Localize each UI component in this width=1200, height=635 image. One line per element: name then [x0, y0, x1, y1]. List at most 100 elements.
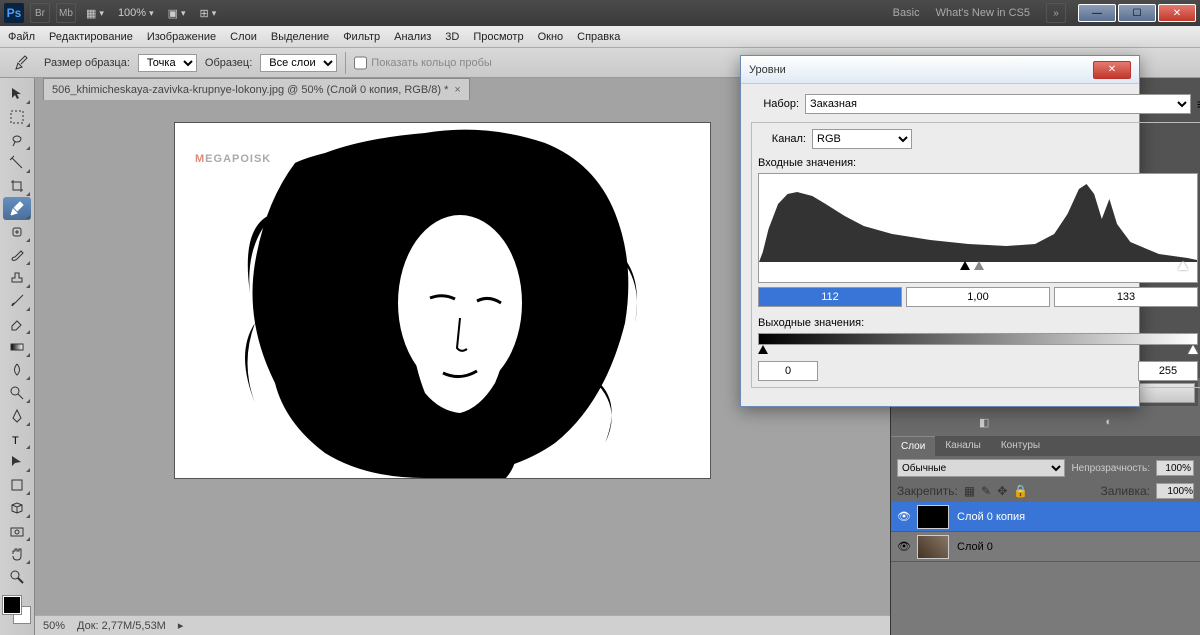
layer-thumbnail[interactable]	[917, 535, 949, 559]
show-ring-checkbox[interactable]: Показать кольцо пробы	[354, 54, 492, 72]
hand-tool[interactable]	[3, 542, 31, 565]
layer-thumbnail[interactable]	[917, 505, 949, 529]
move-tool[interactable]	[3, 82, 31, 105]
menu-layer[interactable]: Слои	[230, 31, 257, 43]
pen-tool[interactable]	[3, 404, 31, 427]
opacity-input[interactable]	[1156, 460, 1194, 476]
workspace-whats-new[interactable]: What's New in CS5	[936, 7, 1030, 19]
minimize-button[interactable]: —	[1078, 4, 1116, 22]
chevron-right-icon[interactable]: »	[1046, 3, 1066, 23]
layer-name[interactable]: Слой 0	[957, 541, 1200, 553]
tab-paths[interactable]: Контуры	[991, 436, 1050, 456]
view-arrange-dropdown[interactable]: ▦	[82, 5, 108, 22]
sample-model-label: Образец:	[205, 57, 252, 69]
menu-file[interactable]: Файл	[8, 31, 35, 43]
tab-layers[interactable]: Слои	[891, 436, 935, 456]
channel-select[interactable]: RGB	[812, 129, 912, 149]
current-tool-icon[interactable]	[8, 51, 36, 74]
eyedropper-tool[interactable]	[3, 197, 31, 220]
input-black-field[interactable]	[758, 287, 902, 307]
menu-select[interactable]: Выделение	[271, 31, 329, 43]
input-white-slider[interactable]	[1178, 261, 1188, 270]
output-black-field[interactable]	[758, 361, 818, 381]
path-select-tool[interactable]	[3, 450, 31, 473]
output-gradient[interactable]	[758, 333, 1198, 345]
menu-help[interactable]: Справка	[577, 31, 620, 43]
healing-tool[interactable]	[3, 220, 31, 243]
layer-name[interactable]: Слой 0 копия	[957, 511, 1200, 523]
menu-edit[interactable]: Редактирование	[49, 31, 133, 43]
dialog-close-button[interactable]: ✕	[1093, 61, 1131, 79]
adjust-icon-1[interactable]: ◧	[979, 416, 989, 429]
visibility-icon[interactable]: 👁	[891, 510, 917, 523]
tab-close-icon[interactable]: ×	[454, 84, 460, 96]
mb-icon[interactable]: Mb	[56, 3, 76, 23]
menu-analysis[interactable]: Анализ	[394, 31, 431, 43]
eraser-tool[interactable]	[3, 312, 31, 335]
lock-all-icon[interactable]: 🔒	[1013, 484, 1028, 498]
dialog-title: Уровни	[749, 64, 786, 76]
output-white-slider[interactable]	[1188, 345, 1198, 354]
dodge-tool[interactable]	[3, 381, 31, 404]
lock-transparent-icon[interactable]: ▦	[964, 484, 975, 498]
document-tab[interactable]: 506_khimicheskaya-zavivka-krupnye-lokony…	[43, 78, 470, 100]
brush-tool[interactable]	[3, 243, 31, 266]
menu-filter[interactable]: Фильтр	[343, 31, 380, 43]
menu-3d[interactable]: 3D	[445, 31, 459, 43]
stamp-tool[interactable]	[3, 266, 31, 289]
output-white-field[interactable]	[1138, 361, 1198, 381]
input-white-field[interactable]	[1054, 287, 1198, 307]
adjust-icon-2[interactable]: ◐	[1105, 416, 1112, 428]
gradient-tool[interactable]	[3, 335, 31, 358]
output-black-slider[interactable]	[758, 345, 768, 354]
screen-mode-dropdown[interactable]: ▣	[164, 5, 190, 22]
3d-tool[interactable]	[3, 496, 31, 519]
workspace-basic[interactable]: Basic	[893, 7, 920, 19]
visibility-icon[interactable]: 👁	[891, 540, 917, 553]
maximize-button[interactable]: ☐	[1118, 4, 1156, 22]
channel-label: Канал:	[758, 133, 806, 145]
ps-logo: Ps	[4, 3, 24, 23]
marquee-tool[interactable]	[3, 105, 31, 128]
wand-tool[interactable]	[3, 151, 31, 174]
blend-mode-select[interactable]: Обычные	[897, 459, 1065, 477]
layer-row[interactable]: 👁 Слой 0	[891, 532, 1200, 562]
output-levels-label: Выходные значения:	[758, 317, 1198, 329]
menu-window[interactable]: Окно	[538, 31, 564, 43]
document-canvas[interactable]: MEGAPOISK	[175, 123, 710, 478]
tab-channels[interactable]: Каналы	[935, 436, 991, 456]
document-image	[225, 123, 665, 478]
crop-tool[interactable]	[3, 174, 31, 197]
input-mid-slider[interactable]	[974, 261, 984, 270]
camera-tool[interactable]	[3, 519, 31, 542]
type-tool[interactable]: T	[3, 427, 31, 450]
extras-dropdown[interactable]: ⊞	[196, 5, 221, 22]
preset-select[interactable]: Заказная	[805, 94, 1191, 114]
app-titlebar: Ps Br Mb ▦ 100% ▣ ⊞ Basic What's New in …	[0, 0, 1200, 26]
lock-position-icon[interactable]: ✥	[997, 484, 1007, 498]
zoom-tool[interactable]	[3, 565, 31, 588]
shape-tool[interactable]	[3, 473, 31, 496]
status-zoom[interactable]: 50%	[43, 620, 65, 632]
lasso-tool[interactable]	[3, 128, 31, 151]
status-doc-size[interactable]: Док: 2,77M/5,53M	[77, 620, 166, 632]
menu-image[interactable]: Изображение	[147, 31, 216, 43]
color-swatch[interactable]	[3, 596, 31, 624]
bridge-icon[interactable]: Br	[30, 3, 50, 23]
menu-view[interactable]: Просмотр	[473, 31, 523, 43]
input-mid-field[interactable]	[906, 287, 1050, 307]
sample-size-select[interactable]: Точка	[138, 54, 197, 72]
fill-input[interactable]	[1156, 483, 1194, 499]
lock-pixels-icon[interactable]: ✎	[981, 484, 991, 498]
blur-tool[interactable]	[3, 358, 31, 381]
zoom-dropdown[interactable]: 100%	[114, 5, 158, 21]
close-button[interactable]: ✕	[1158, 4, 1196, 22]
history-brush-tool[interactable]	[3, 289, 31, 312]
sample-model-select[interactable]: Все слои	[260, 54, 337, 72]
opacity-label: Непрозрачность:	[1071, 463, 1150, 474]
input-black-slider[interactable]	[960, 261, 970, 270]
layer-row-selected[interactable]: 👁 Слой 0 копия	[891, 502, 1200, 532]
dialog-titlebar[interactable]: Уровни ✕	[741, 56, 1139, 84]
preset-label: Набор:	[751, 98, 799, 110]
histogram[interactable]	[758, 173, 1198, 283]
